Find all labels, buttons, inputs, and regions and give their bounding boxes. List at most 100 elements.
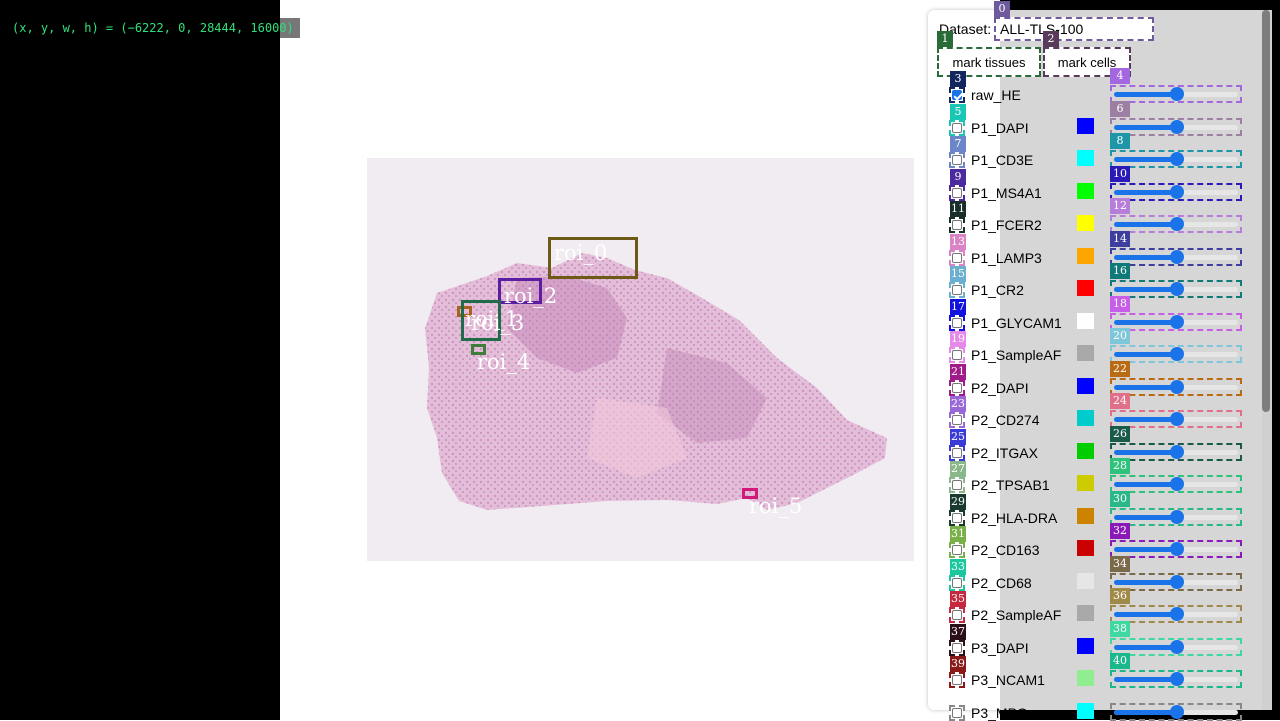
channel-color-swatch[interactable]	[1077, 605, 1094, 621]
channel-slider-tag: 22	[1110, 361, 1130, 377]
channel-color-swatch[interactable]	[1077, 215, 1094, 231]
slider-thumb[interactable]	[1170, 315, 1184, 329]
slider-thumb[interactable]	[1170, 152, 1184, 166]
slider-thumb[interactable]	[1170, 477, 1184, 491]
slider-thumb[interactable]	[1170, 380, 1184, 394]
channel-color-swatch[interactable]	[1077, 443, 1094, 459]
panel-scrollbar-thumb[interactable]	[1262, 10, 1270, 412]
channel-checkbox[interactable]	[949, 87, 965, 103]
channel-color-swatch[interactable]	[1077, 508, 1094, 524]
channel-checkbox[interactable]	[949, 347, 965, 363]
channel-color-swatch[interactable]	[1077, 118, 1094, 134]
channel-slider-tag: 38	[1110, 621, 1130, 637]
channel-checkbox[interactable]	[949, 217, 965, 233]
channel-color-swatch[interactable]	[1077, 638, 1094, 654]
slider-fill	[1114, 320, 1178, 325]
channel-color-swatch[interactable]	[1077, 670, 1094, 686]
channel-label: P2_TPSAB1	[971, 477, 1050, 493]
channel-slider-tag: 24	[1110, 393, 1130, 409]
channel-checkbox[interactable]	[949, 250, 965, 266]
channel-label: P2_CD274	[971, 412, 1040, 428]
checkbox-empty-icon	[952, 383, 962, 393]
channel-label: P2_ITGAX	[971, 445, 1038, 461]
channel-checkbox-tag: 33	[950, 559, 966, 575]
channel-color-swatch[interactable]	[1077, 313, 1094, 329]
channel-label: P1_FCER2	[971, 217, 1042, 233]
mark-cells-tag: 2	[1043, 31, 1059, 47]
channel-checkbox[interactable]	[949, 640, 965, 656]
channel-checkbox[interactable]	[949, 282, 965, 298]
slider-thumb[interactable]	[1170, 347, 1184, 361]
slider-thumb[interactable]	[1170, 282, 1184, 296]
channel-color-swatch[interactable]	[1077, 475, 1094, 491]
channel-slider-tag: 28	[1110, 458, 1130, 474]
checkbox-empty-icon	[952, 220, 962, 230]
channel-color-swatch[interactable]	[1077, 540, 1094, 556]
slider-fill	[1114, 677, 1178, 682]
channel-checkbox[interactable]	[949, 607, 965, 623]
channel-checkbox-tag: 23	[950, 396, 966, 412]
channel-label: P1_SampleAF	[971, 347, 1062, 363]
checkbox-empty-icon	[952, 545, 962, 555]
slider-fill	[1114, 417, 1178, 422]
slider-thumb[interactable]	[1170, 607, 1184, 621]
slider-thumb[interactable]	[1170, 120, 1184, 134]
channel-color-swatch[interactable]	[1077, 573, 1094, 589]
channel-checkbox-tag: 17	[950, 299, 966, 315]
channel-label: P2_HLA-DRA	[971, 510, 1058, 526]
slider-thumb[interactable]	[1170, 87, 1184, 101]
channel-label: P2_CD68	[971, 575, 1032, 591]
slider-thumb[interactable]	[1170, 445, 1184, 459]
channel-color-swatch[interactable]	[1077, 345, 1094, 361]
slider-thumb[interactable]	[1170, 672, 1184, 686]
checkbox-empty-icon	[952, 610, 962, 620]
channel-checkbox[interactable]	[949, 705, 965, 721]
channel-color-swatch[interactable]	[1077, 410, 1094, 426]
channel-checkbox[interactable]	[949, 510, 965, 526]
mark-tissues-tag: 1	[937, 31, 953, 47]
channel-opacity-slider[interactable]	[1110, 670, 1242, 688]
channel-slider-tag: 36	[1110, 588, 1130, 604]
channel-checkbox[interactable]	[949, 542, 965, 558]
channel-checkbox[interactable]	[949, 477, 965, 493]
slider-thumb[interactable]	[1170, 640, 1184, 654]
channel-color-swatch[interactable]	[1077, 150, 1094, 166]
slider-thumb[interactable]	[1170, 510, 1184, 524]
channel-color-swatch[interactable]	[1077, 248, 1094, 264]
channel-checkbox-tag: 39	[950, 656, 966, 672]
slider-fill	[1114, 450, 1178, 455]
checkbox-empty-icon	[952, 350, 962, 360]
channel-checkbox[interactable]	[949, 380, 965, 396]
channel-color-swatch[interactable]	[1077, 280, 1094, 296]
channel-label: P1_CR2	[971, 282, 1024, 298]
slider-thumb[interactable]	[1170, 412, 1184, 426]
slider-thumb[interactable]	[1170, 217, 1184, 231]
slider-thumb[interactable]	[1170, 575, 1184, 589]
channel-checkbox[interactable]	[949, 185, 965, 201]
channel-color-swatch[interactable]	[1077, 378, 1094, 394]
channel-slider-tag: 4	[1110, 68, 1130, 84]
channel-checkbox[interactable]	[949, 445, 965, 461]
channel-checkbox[interactable]	[949, 152, 965, 168]
tissue-slide-image[interactable]: roi_0 roi_2 roi_1 roi_3 roi_4 roi_5	[367, 158, 914, 561]
channel-checkbox[interactable]	[949, 412, 965, 428]
slider-thumb[interactable]	[1170, 542, 1184, 556]
channel-checkbox-tag: 27	[950, 461, 966, 477]
channel-checkbox[interactable]	[949, 120, 965, 136]
channel-checkbox[interactable]	[949, 672, 965, 688]
dataset-input[interactable]	[994, 17, 1154, 41]
slider-thumb[interactable]	[1170, 250, 1184, 264]
channel-checkbox[interactable]	[949, 575, 965, 591]
channel-slider-tag: 20	[1110, 328, 1130, 344]
viewer-left-margin	[0, 0, 280, 720]
channel-opacity-slider[interactable]	[1110, 703, 1242, 721]
slider-thumb[interactable]	[1170, 185, 1184, 199]
roi-0-label: roi_0	[554, 241, 608, 265]
channel-color-swatch[interactable]	[1077, 183, 1094, 199]
slider-fill	[1114, 645, 1178, 650]
slider-thumb[interactable]	[1170, 705, 1184, 719]
channel-slider-tag: 10	[1110, 166, 1130, 182]
channel-color-swatch[interactable]	[1077, 703, 1094, 719]
tissue-shape	[425, 253, 887, 510]
channel-checkbox[interactable]	[949, 315, 965, 331]
